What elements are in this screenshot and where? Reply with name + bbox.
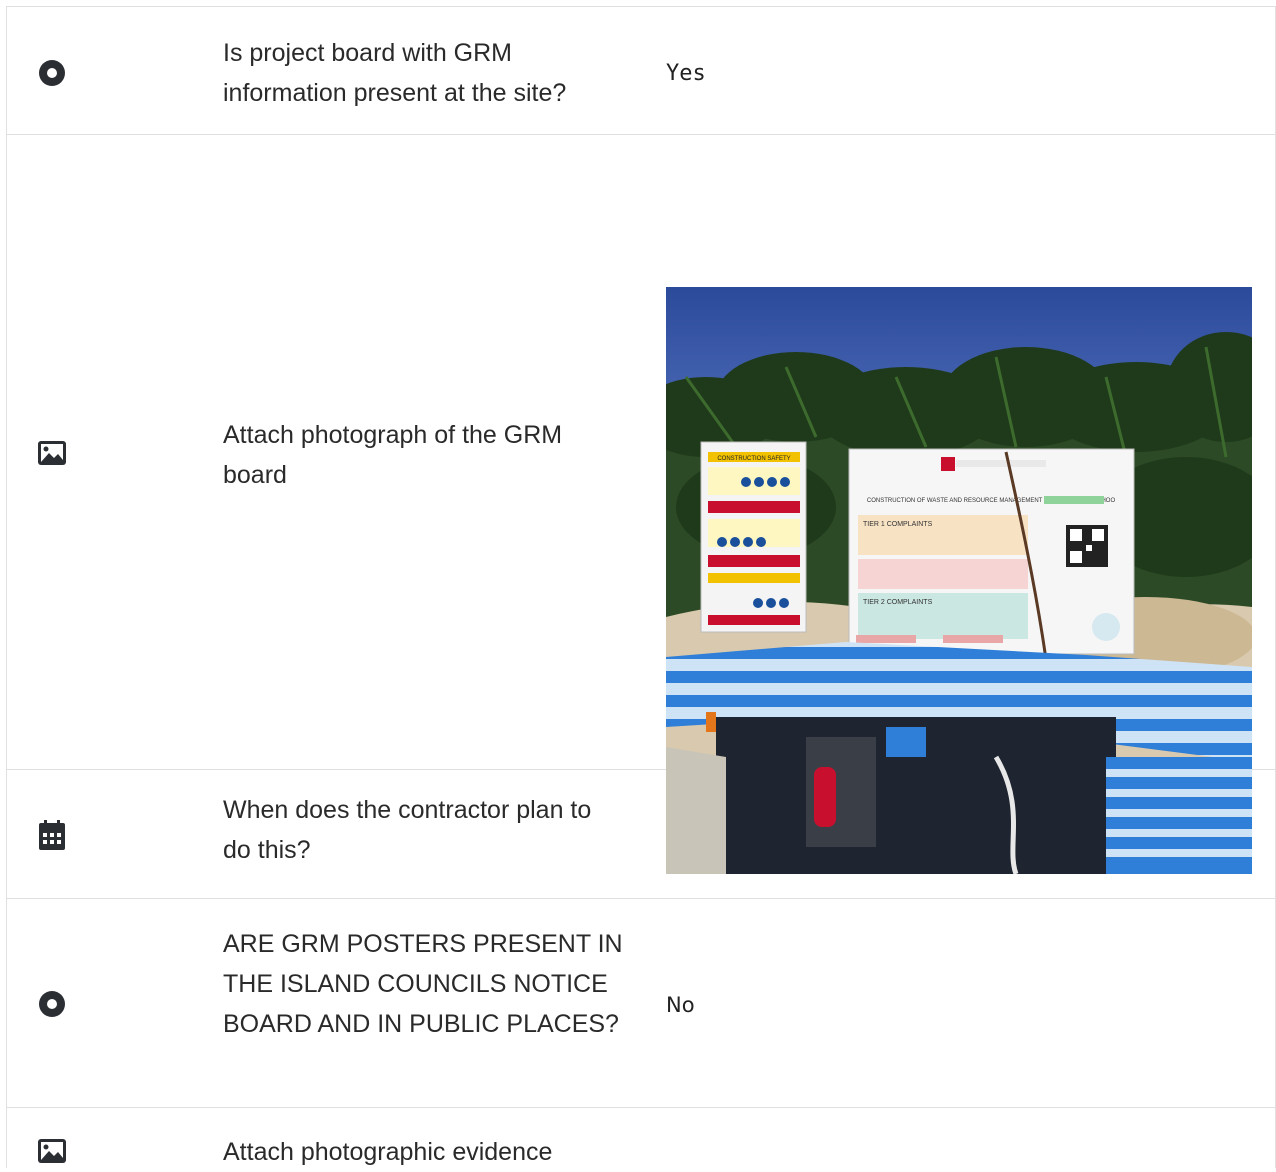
tier1-label: TIER 1 COMPLAINTS [863,521,933,528]
survey-table: Is project board with GRM information pr… [6,6,1276,1168]
image-icon [37,438,67,468]
safety-board-text: CONSTRUCTION SAFETY [717,456,790,462]
image-icon [37,1136,67,1166]
table-row: Attach photograph of the GRM board CONST… [7,135,1275,874]
table-row: Attach photographic evidence [7,1108,1275,1168]
question-text: Attach photographic evidence [223,1138,553,1166]
question-text: Attach photograph of the GRM board [223,421,563,489]
table-row: Is project board with GRM information pr… [7,7,1275,135]
question-text: When does the contractor plan to do this… [223,796,592,864]
calendar-icon [37,820,67,850]
question-text: Is project board with GRM information pr… [223,39,567,107]
answer-text: No [666,993,695,1017]
table-row: When does the contractor plan to do this… [7,770,1275,899]
table-row: ARE GRM POSTERS PRESENT IN THE ISLAND CO… [7,899,1275,1108]
radio-icon [37,989,67,1019]
radio-icon [37,58,67,88]
tier2-label: TIER 2 COMPLAINTS [863,599,933,606]
question-text: ARE GRM POSTERS PRESENT IN THE ISLAND CO… [223,930,623,1038]
answer-text: Yes [666,61,706,86]
